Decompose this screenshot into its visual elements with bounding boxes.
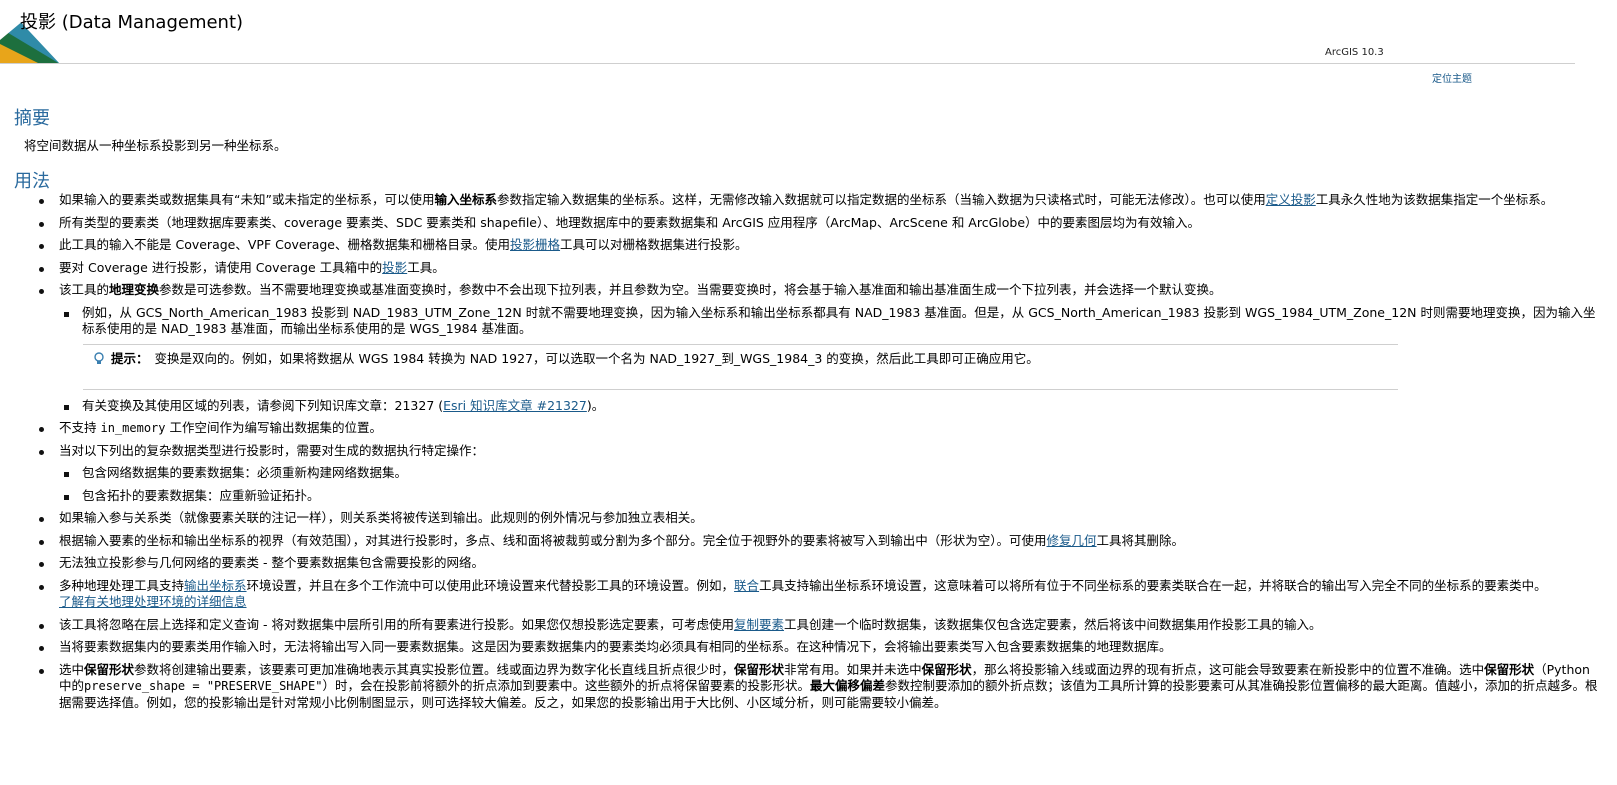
sub-list-item: 包含拓扑的要素数据集：应重新验证拓扑。: [0, 488, 1600, 505]
tip-box: 提示： 变换是双向的。例如，如果将数据从 WGS 1984 转换为 NAD 19…: [83, 343, 1398, 390]
list-item: 要对 Coverage 进行投影，请使用 Coverage 工具箱中的投影工具。: [0, 260, 1600, 277]
locate-topic-link[interactable]: 定位主题: [1432, 70, 1472, 85]
list-item: 该工具将忽略在层上选择和定义查询 - 将对数据集中层所引用的所有要素进行投影。如…: [0, 617, 1600, 634]
list-item: 当对以下列出的复杂数据类型进行投影时，需要对生成的数据执行特定操作：: [0, 443, 1600, 460]
list-item: 该工具的地理变换参数是可选参数。当不需要地理变换或基准面变换时，参数中不会出现下…: [0, 282, 1600, 299]
sub-list-item: 包含网络数据集的要素数据集：必须重新构建网络数据集。: [0, 465, 1600, 482]
list-item: 所有类型的要素类（地理数据库要素类、coverage 要素类、SDC 要素类和 …: [0, 215, 1600, 232]
list-item: 选中保留形状参数将创建输出要素，该要素可更加准确地表示其真实投影位置。线或面边界…: [0, 662, 1600, 712]
summary-text: 将空间数据从一种坐标系投影到另一种坐标系。: [24, 138, 287, 153]
define-projection-link[interactable]: 定义投影: [1266, 192, 1316, 207]
environments-info-link[interactable]: 了解有关地理处理环境的详细信息: [59, 594, 247, 609]
list-item: 如果输入的要素类或数据集具有“未知”或未指定的坐标系，可以使用输入坐标系参数指定…: [0, 192, 1600, 209]
output-coordinate-system-link[interactable]: 输出坐标系: [184, 578, 247, 593]
usage-heading: 用法: [14, 171, 50, 192]
tip-label: 提示：: [111, 350, 149, 366]
page-title: 投影 (Data Management): [20, 12, 244, 33]
list-item: 此工具的输入不能是 Coverage、VPF Coverage、栅格数据集和栅格…: [0, 237, 1600, 254]
list-item: 当将要素数据集内的要素类用作输入时，无法将输出写入同一要素数据集。这是因为要素数…: [0, 639, 1600, 656]
header-divider: [0, 63, 1575, 64]
list-item: 不支持 in_memory 工作空间作为编写输出数据集的位置。: [0, 420, 1600, 437]
copy-features-link[interactable]: 复制要素: [734, 617, 784, 632]
project-raster-link[interactable]: 投影栅格: [510, 237, 560, 252]
sub-list-item: 有关变换及其使用区域的列表，请参阅下列知识库文章：21327 (Esri 知识库…: [0, 398, 1600, 415]
repair-geometry-link[interactable]: 修复几何: [1047, 533, 1097, 548]
usage-list: 如果输入的要素类或数据集具有“未知”或未指定的坐标系，可以使用输入坐标系参数指定…: [0, 192, 1600, 717]
tip-text: 变换是双向的。例如，如果将数据从 WGS 1984 转换为 NAD 1927，可…: [154, 350, 1039, 366]
version-label: ArcGIS 10.3: [1325, 47, 1384, 58]
list-item: 无法独立投影参与几何网络的要素类 - 整个要素数据集包含需要投影的网络。: [0, 555, 1600, 572]
summary-heading: 摘要: [14, 108, 50, 129]
list-item: 根据输入要素的坐标和输出坐标系的视界（有效范围），对其进行投影时，多点、线和面将…: [0, 533, 1600, 550]
list-item: 如果输入参与关系类（就像要素关联的注记一样），则关系类将被传送到输出。此规则的例…: [0, 510, 1600, 527]
union-link[interactable]: 联合: [734, 578, 759, 593]
kb-article-link[interactable]: Esri 知识库文章 #21327: [443, 398, 587, 413]
list-item: 多种地理处理工具支持输出坐标系环境设置，并且在多个工作流中可以使用此环境设置来代…: [0, 578, 1600, 611]
coverage-project-link[interactable]: 投影: [382, 260, 407, 275]
sub-list-item: 例如，从 GCS_North_American_1983 投影到 NAD_198…: [0, 305, 1600, 338]
lightbulb-icon: [94, 352, 104, 364]
